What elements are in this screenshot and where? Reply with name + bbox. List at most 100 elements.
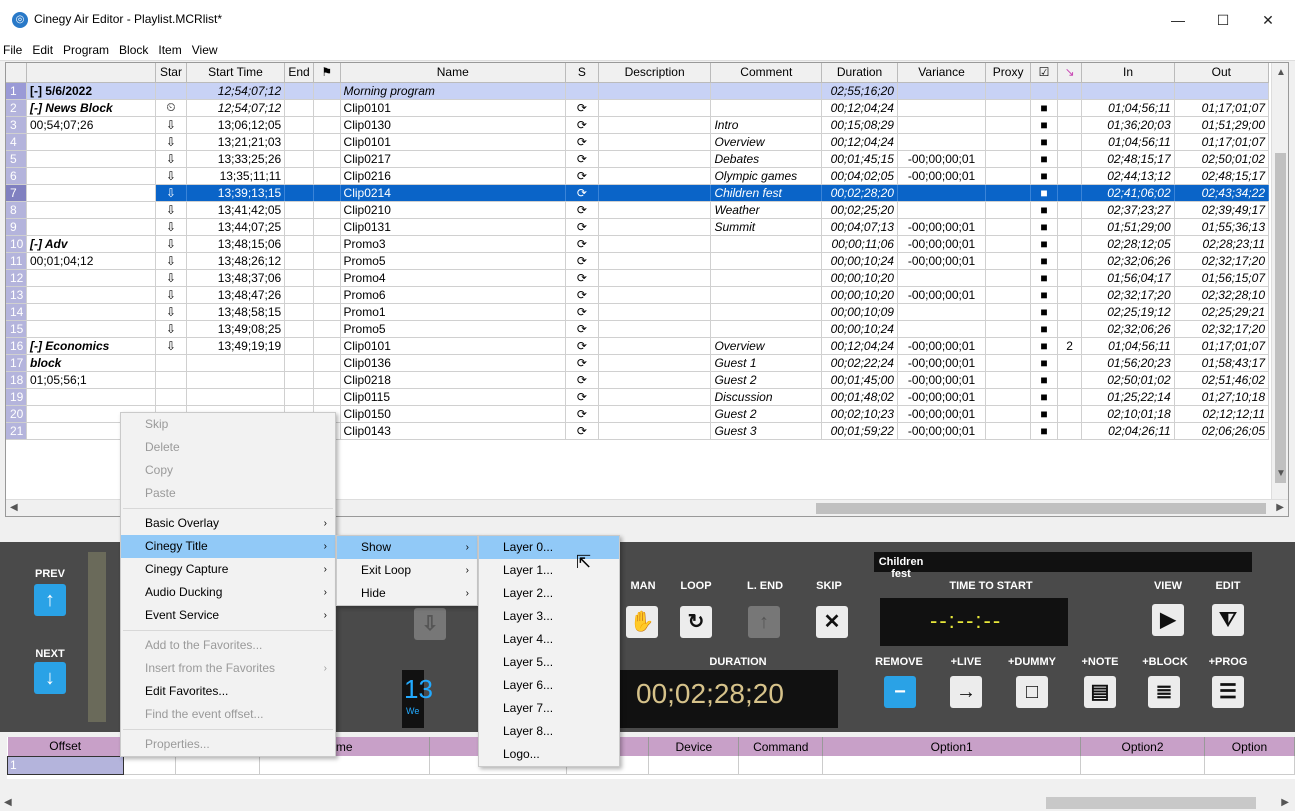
cell-s[interactable]: ⟳	[565, 320, 599, 338]
scroll-up-icon[interactable]: ▲	[1276, 67, 1286, 78]
cell-ext[interactable]	[1057, 286, 1083, 304]
cell-ext[interactable]	[1057, 218, 1083, 236]
cell-in[interactable]	[1081, 82, 1175, 100]
cell-flag[interactable]	[313, 116, 341, 134]
cell-flag[interactable]	[313, 303, 341, 321]
cell-in[interactable]: 01;51;29;00	[1081, 218, 1175, 236]
layer-item-1[interactable]: Layer 1...	[479, 559, 619, 582]
cell-variance[interactable]	[897, 116, 987, 134]
table-row[interactable]: 6 ⇩ 13;35;11;11 Clip0216 ⟳ Olympic games 00;04…	[6, 167, 1270, 185]
cell-flag[interactable]	[313, 371, 341, 389]
row-number[interactable]: 6	[6, 167, 27, 185]
table-row[interactable]: 2 [-] News Block ⏲ 12;54;07;12 Clip0101 ⟳ 00;1…	[6, 99, 1270, 117]
cell-chk[interactable]: ■	[1030, 320, 1058, 338]
cell-proxy[interactable]	[985, 150, 1032, 168]
cell-star[interactable]: ⇩	[155, 201, 187, 219]
cell-desc[interactable]	[598, 201, 712, 219]
cell-variance[interactable]: -00;00;00;01	[897, 235, 987, 253]
cell-in[interactable]: 01;04;56;11	[1081, 99, 1175, 117]
cell-star[interactable]: ⇩	[155, 286, 187, 304]
layer-item-6[interactable]: Layer 6...	[479, 674, 619, 697]
column-header-11[interactable]: Variance	[897, 63, 987, 83]
cell-end[interactable]	[284, 235, 314, 253]
cell-ext[interactable]	[1057, 405, 1083, 423]
menu-program[interactable]: Program	[58, 40, 114, 57]
cell-desc[interactable]	[598, 167, 712, 185]
cell-variance[interactable]: -00;00;00;01	[897, 371, 987, 389]
cell-in[interactable]: 02;32;06;26	[1081, 252, 1175, 270]
cell-in[interactable]: 02;48;15;17	[1081, 150, 1175, 168]
cell-desc[interactable]	[598, 184, 712, 202]
cell-duration[interactable]: 00;00;10;09	[821, 303, 898, 321]
cell-variance[interactable]: -00;00;00;01	[897, 167, 987, 185]
cell-end[interactable]	[284, 167, 314, 185]
cell-out[interactable]: 01;17;01;07	[1174, 133, 1270, 151]
row-number[interactable]: 13	[6, 286, 27, 304]
cell-ext[interactable]	[1057, 235, 1083, 253]
layer-item-7[interactable]: Layer 7...	[479, 697, 619, 720]
cell-flag[interactable]	[313, 99, 341, 117]
scroll-left-icon[interactable]: ◀	[10, 502, 18, 513]
column-header-16[interactable]: Out	[1174, 63, 1270, 83]
row-number[interactable]: 11	[6, 252, 27, 270]
vertical-scroll-thumb[interactable]	[1275, 153, 1286, 483]
cell-desc[interactable]	[598, 99, 712, 117]
cell-group[interactable]: 01;05;56;1	[26, 371, 157, 389]
cell-start[interactable]: 12;54;07;12	[186, 82, 286, 100]
cell-out[interactable]	[1174, 82, 1270, 100]
cell-out[interactable]: 02;48;15;17	[1174, 167, 1270, 185]
cell-star[interactable]: ⇩	[155, 303, 187, 321]
cell-comment[interactable]: Children fest	[710, 184, 823, 202]
cell-out[interactable]: 01;27;10;18	[1174, 388, 1270, 406]
bottom-column-header-9[interactable]: Option2	[1080, 737, 1205, 756]
cell-desc[interactable]	[598, 405, 712, 423]
cell-start[interactable]: 13;48;15;06	[186, 235, 286, 253]
cell-ext[interactable]	[1057, 303, 1083, 321]
cell-group[interactable]: block	[26, 354, 157, 372]
row-number[interactable]: 2	[6, 99, 27, 117]
menu-item[interactable]: Item	[153, 40, 186, 57]
cell-name[interactable]: Clip0214	[340, 184, 566, 202]
cell-ext[interactable]	[1057, 167, 1083, 185]
row-number[interactable]: 3	[6, 116, 27, 134]
cell-desc[interactable]	[598, 337, 712, 355]
column-header-12[interactable]: Proxy	[985, 63, 1032, 83]
cell-comment[interactable]: Guest 2	[710, 405, 823, 423]
cell-proxy[interactable]	[985, 320, 1032, 338]
cell-out[interactable]: 01;58;43;17	[1174, 354, 1270, 372]
cell-start[interactable]: 13;21;21;03	[186, 133, 286, 151]
cell-start[interactable]: 13;06;12;05	[186, 116, 286, 134]
table-row[interactable]: 5 ⇩ 13;33;25;26 Clip0217 ⟳ Debates 00;01;45;15…	[6, 150, 1270, 168]
cell-s[interactable]: ⟳	[565, 354, 599, 372]
cell-flag[interactable]	[313, 320, 341, 338]
cell-comment[interactable]: Guest 1	[710, 354, 823, 372]
cell-name[interactable]: Clip0130	[340, 116, 566, 134]
table-row[interactable]: 12 ⇩ 13;48;37;06 Promo4 ⟳ 00;00;10;20 ■ 01;56;0…	[6, 269, 1270, 287]
cell-out[interactable]: 02;43;34;22	[1174, 184, 1270, 202]
cell-s[interactable]: ⟳	[565, 235, 599, 253]
cell-name[interactable]: Promo6	[340, 286, 566, 304]
cell-group[interactable]	[26, 303, 157, 321]
cell-s[interactable]: ⟳	[565, 184, 599, 202]
bottom-scroll-right-icon[interactable]: ▶	[1281, 797, 1289, 808]
cell-comment[interactable]	[710, 269, 823, 287]
submenu-item-exit-loop[interactable]: Exit Loop ›	[337, 559, 477, 582]
cell-s[interactable]: ⟳	[565, 201, 599, 219]
cell-ext[interactable]	[1057, 133, 1083, 151]
bottom-scroll-left-icon[interactable]: ◀	[4, 797, 12, 808]
cell-proxy[interactable]	[985, 218, 1032, 236]
cell-out[interactable]: 01;56;15;07	[1174, 269, 1270, 287]
cell-out[interactable]: 01;51;29;00	[1174, 116, 1270, 134]
cell-comment[interactable]: Intro	[710, 116, 823, 134]
column-header-3[interactable]: Start Time	[186, 63, 286, 83]
cell-out[interactable]: 02;28;23;11	[1174, 235, 1270, 253]
cell-chk[interactable]: ■	[1030, 371, 1058, 389]
cell-name[interactable]: Clip0136	[340, 354, 566, 372]
cell-s[interactable]: ⟳	[565, 150, 599, 168]
cell-variance[interactable]	[897, 99, 987, 117]
column-header-10[interactable]: Duration	[821, 63, 898, 83]
cell-star[interactable]: ⇩	[155, 116, 187, 134]
cell-in[interactable]: 02;37;23;27	[1081, 201, 1175, 219]
cell-variance[interactable]: -00;00;00;01	[897, 286, 987, 304]
cell-start[interactable]: 13;48;26;12	[186, 252, 286, 270]
